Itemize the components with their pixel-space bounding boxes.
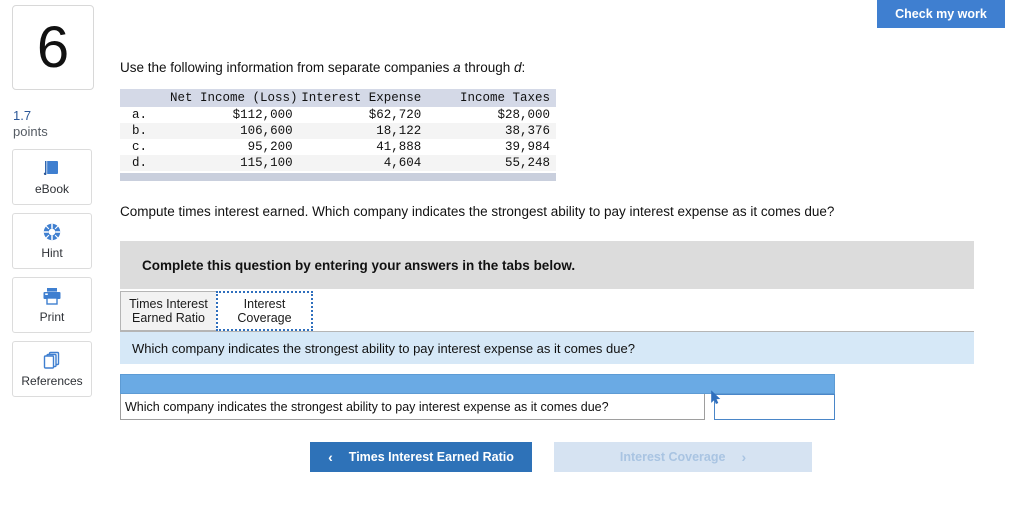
table-row: d. 115,100 4,604 55,248 xyxy=(120,155,556,171)
table-row: a. $112,000 $62,720 $28,000 xyxy=(120,107,556,123)
main-content: Use the following information from separ… xyxy=(120,0,1000,472)
cell-interest-expense: $62,720 xyxy=(298,107,428,123)
cell-income-taxes: 55,248 xyxy=(427,155,556,171)
lifebuoy-icon xyxy=(42,221,62,243)
prev-tab-button[interactable]: ‹ Times Interest Earned Ratio xyxy=(310,442,532,472)
question-banner-text: Which company indicates the strongest ab… xyxy=(132,340,635,356)
sidebar-item-print[interactable]: Print xyxy=(12,276,92,333)
column-header-interest-expense: Interest Expense xyxy=(298,89,428,107)
printer-icon xyxy=(41,285,63,307)
column-header-income-taxes: Income Taxes xyxy=(427,89,556,107)
intro-company-d: d xyxy=(513,60,522,75)
answer-grid-row: Which company indicates the strongest ab… xyxy=(120,390,835,420)
cell-interest-expense: 4,604 xyxy=(298,155,428,171)
sidebar-item-ebook[interactable]: eBook xyxy=(12,148,92,205)
row-label: d. xyxy=(120,155,170,171)
chevron-left-icon: ‹ xyxy=(328,449,333,465)
chevron-right-icon: › xyxy=(741,449,747,465)
company-data-table-wrapper: Net Income (Loss) Interest Expense Incom… xyxy=(120,89,556,181)
intro-prefix: Use the following information from separ… xyxy=(120,60,454,75)
cell-income-taxes: $28,000 xyxy=(427,107,556,123)
points-label: points xyxy=(13,124,48,140)
cell-net-income: $112,000 xyxy=(170,107,299,123)
sidebar-item-label: eBook xyxy=(34,182,70,196)
question-number: 6 xyxy=(36,14,70,80)
answer-input-cell xyxy=(711,390,835,420)
answer-input[interactable] xyxy=(714,394,835,420)
question-banner: Which company indicates the strongest ab… xyxy=(120,332,974,364)
cell-net-income: 106,600 xyxy=(170,123,299,139)
answer-grid: Which company indicates the strongest ab… xyxy=(120,374,835,420)
intro-company-a: a xyxy=(453,60,461,75)
points-display: 1.7 points xyxy=(13,108,110,141)
book-icon xyxy=(42,157,62,179)
intro-suffix: : xyxy=(521,60,526,75)
cell-net-income: 95,200 xyxy=(170,139,299,155)
tab-interest-coverage[interactable]: Interest Coverage xyxy=(216,291,313,331)
answer-tabs: Times Interest Earned Ratio Interest Cov… xyxy=(120,289,974,332)
table-footer-bar xyxy=(120,173,556,181)
sidebar-item-hint[interactable]: Hint xyxy=(12,212,92,269)
answer-grid-header-bar xyxy=(120,374,835,394)
row-label: a. xyxy=(120,107,170,123)
cell-income-taxes: 39,984 xyxy=(427,139,556,155)
copy-stack-icon xyxy=(41,349,63,371)
question-sidebar: 6 1.7 points eBook Hint Print References xyxy=(10,5,110,397)
answer-row-label: Which company indicates the strongest ab… xyxy=(120,394,705,420)
column-header-blank xyxy=(120,89,170,107)
tab-label-line1: Times Interest xyxy=(129,296,208,311)
table-row: c. 95,200 41,888 39,984 xyxy=(120,139,556,155)
sidebar-item-label: Print xyxy=(39,310,65,324)
compute-question-text: Compute times interest earned. Which com… xyxy=(120,204,835,219)
table-row: b. 106,600 18,122 38,376 xyxy=(120,123,556,139)
tab-times-interest-earned-ratio[interactable]: Times Interest Earned Ratio xyxy=(120,291,217,331)
tab-label-line2: Earned Ratio xyxy=(132,311,205,325)
cell-interest-expense: 41,888 xyxy=(298,139,428,155)
tab-label-line2: Coverage xyxy=(237,311,292,325)
column-header-net-income: Net Income (Loss) xyxy=(170,89,299,107)
company-data-table: Net Income (Loss) Interest Expense Incom… xyxy=(120,89,556,171)
bottom-navigation: ‹ Times Interest Earned Ratio Interest C… xyxy=(310,442,1000,472)
prev-tab-label: Times Interest Earned Ratio xyxy=(348,450,514,464)
intro-middle: through xyxy=(460,60,514,75)
next-tab-label: Interest Coverage xyxy=(619,450,726,464)
instruction-banner: Complete this question by entering your … xyxy=(120,241,974,289)
sidebar-item-references[interactable]: References xyxy=(12,340,92,397)
question-number-box: 6 xyxy=(12,5,94,90)
instruction-text: Complete this question by entering your … xyxy=(142,257,576,273)
tab-label-line1: Interest xyxy=(243,296,286,311)
points-value: 1.7 xyxy=(13,108,32,123)
sidebar-item-label: Hint xyxy=(41,246,63,260)
cell-net-income: 115,100 xyxy=(170,155,299,171)
next-tab-button[interactable]: Interest Coverage › xyxy=(554,442,812,472)
row-label: c. xyxy=(120,139,170,155)
sidebar-item-label: References xyxy=(21,374,83,388)
table-header-row: Net Income (Loss) Interest Expense Incom… xyxy=(120,89,556,107)
cell-interest-expense: 18,122 xyxy=(298,123,428,139)
cell-income-taxes: 38,376 xyxy=(427,123,556,139)
row-label: b. xyxy=(120,123,170,139)
intro-text: Use the following information from separ… xyxy=(120,60,1000,75)
